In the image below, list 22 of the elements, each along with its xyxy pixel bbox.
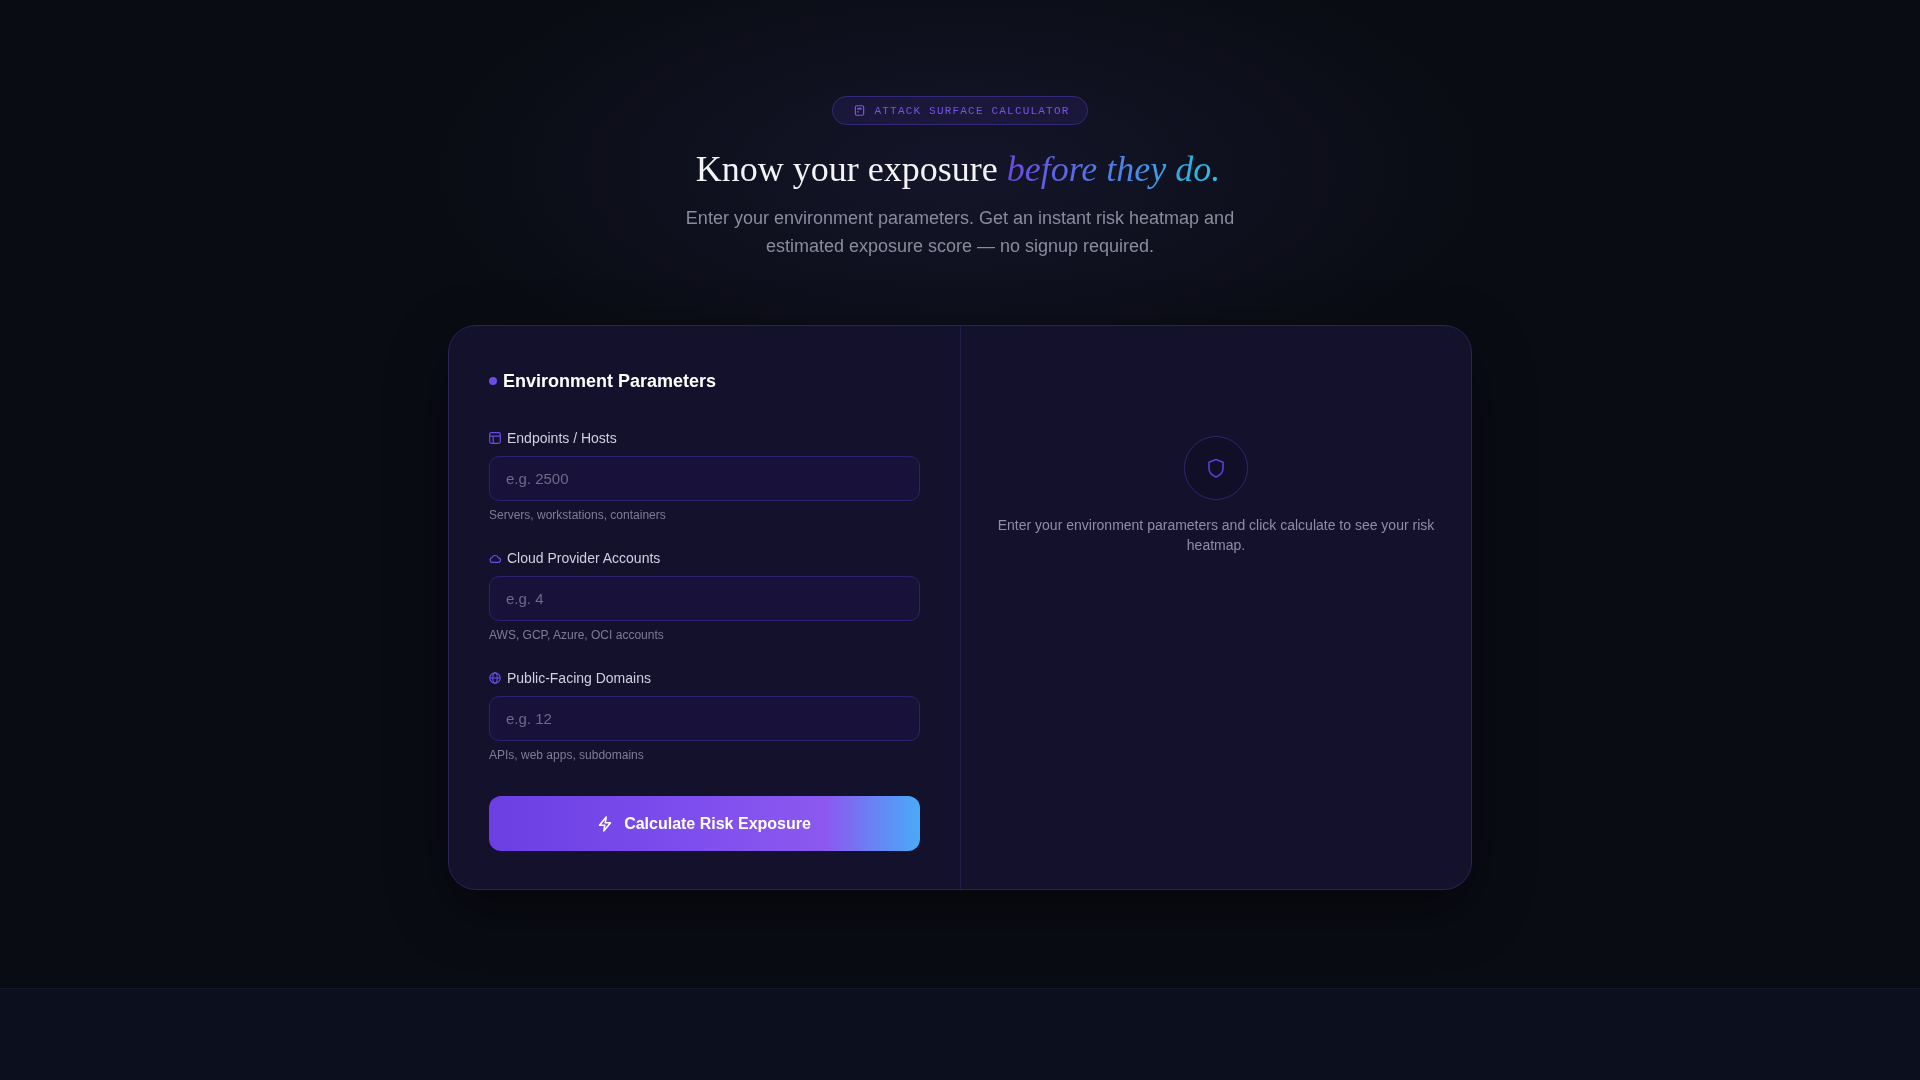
globe-icon: [489, 672, 501, 684]
field-hint: Servers, workstations, containers: [489, 507, 666, 523]
calculate-button[interactable]: Calculate Risk Exposure: [489, 796, 920, 851]
hero-subtitle: Enter your environment parameters. Get an instant risk heatmap and estimated exposure score — no signup required.: [684, 207, 1236, 258]
field-label: Endpoints / Hosts: [507, 430, 617, 446]
empty-state-message: Enter your environment parameters and click calculate to see your risk heatmap.: [996, 516, 1436, 555]
input-field[interactable]: e.g. 12: [489, 696, 920, 741]
section-title: Environment Parameters: [503, 370, 717, 392]
layout-icon: [489, 432, 501, 444]
field-label: Public-Facing Domains: [507, 670, 651, 686]
lightning-icon: [598, 815, 613, 832]
hero-heading: Know your exposure before they do.: [695, 145, 1225, 193]
cloud-icon: [489, 553, 501, 563]
calculator-icon: [854, 105, 866, 116]
input-field[interactable]: e.g. 4: [489, 576, 920, 621]
field-hint: APIs, web apps, subdomains: [489, 747, 644, 763]
bullet-dot-icon: [489, 377, 497, 385]
field-hint: AWS, GCP, Azure, OCI accounts: [489, 627, 664, 643]
input-field[interactable]: e.g. 2500: [489, 456, 920, 501]
shield-icon: [1184, 436, 1248, 500]
field-label: Cloud Provider Accounts: [507, 550, 661, 566]
tool-badge: ATTACK SURFACE CALCULATOR: [832, 96, 1088, 125]
